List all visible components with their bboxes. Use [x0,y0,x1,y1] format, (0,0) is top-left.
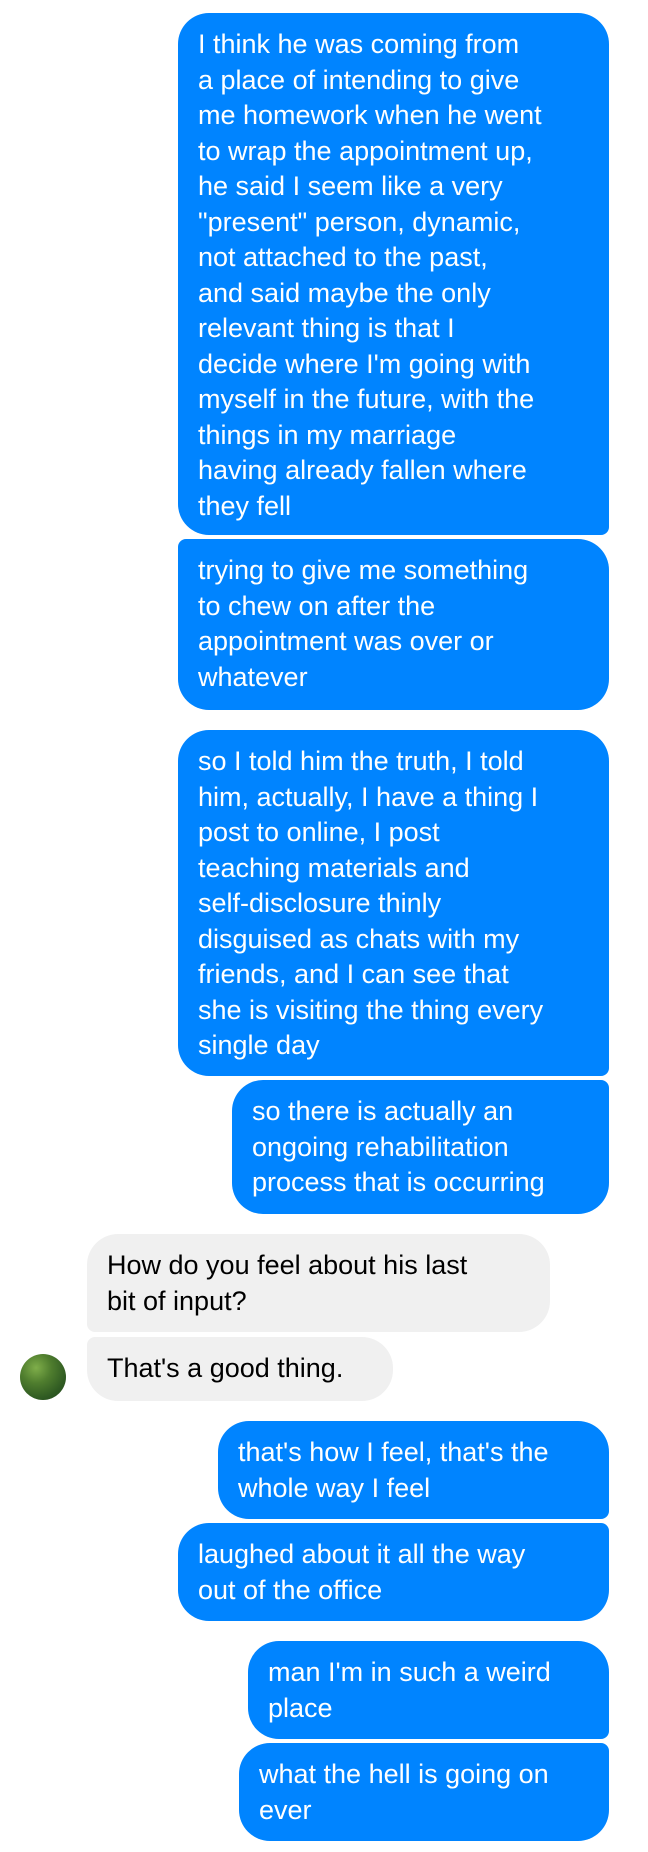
message-bubble-outgoing[interactable]: that's how I feel, that's the whole way … [218,1421,609,1519]
message-bubble-outgoing[interactable]: what the hell is going on ever [239,1743,609,1841]
message-bubble-incoming[interactable]: That's a good thing. [87,1337,393,1401]
message-bubble-outgoing[interactable]: laughed about it all the way out of the … [178,1523,609,1621]
contact-avatar-icon[interactable] [20,1354,66,1400]
message-bubble-incoming[interactable]: How do you feel about his last bit of in… [87,1234,550,1332]
message-bubble-outgoing[interactable]: trying to give me something to chew on a… [178,539,609,710]
message-bubble-outgoing[interactable]: so I told him the truth, I told him, act… [178,730,609,1076]
message-thread: I think he was coming from a place of in… [0,0,648,1852]
message-bubble-outgoing[interactable]: man I'm in such a weird place [248,1641,609,1739]
message-bubble-outgoing[interactable]: so there is actually an ongoing rehabili… [232,1080,609,1214]
message-bubble-outgoing[interactable]: I think he was coming from a place of in… [178,13,609,535]
